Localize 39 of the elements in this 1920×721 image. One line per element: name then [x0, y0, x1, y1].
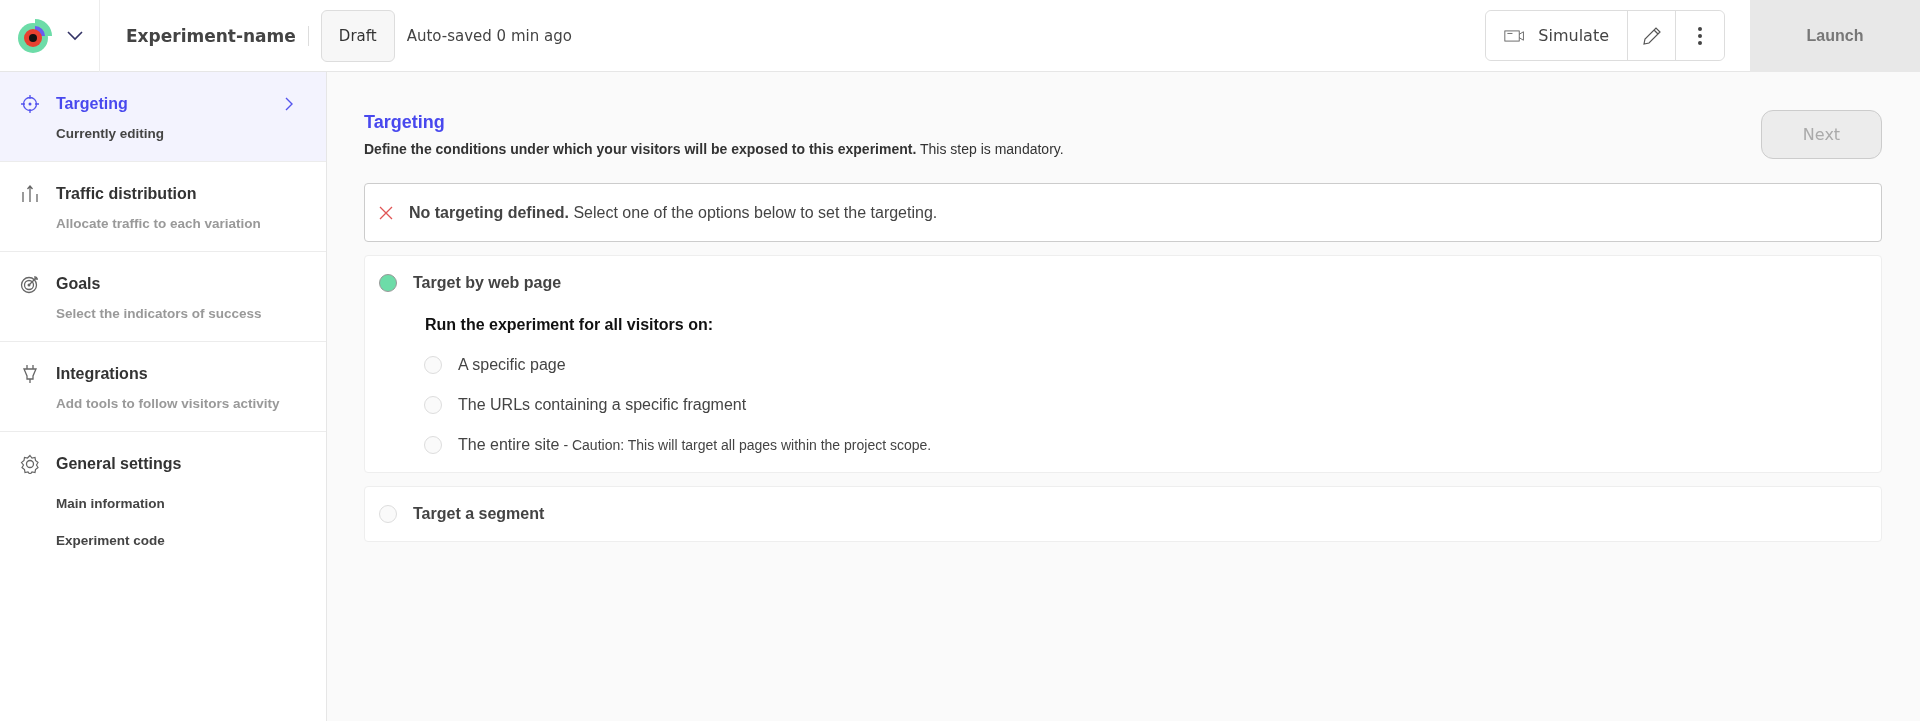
sidebar-item-title: Goals [56, 275, 102, 293]
crosshair-icon [20, 94, 40, 114]
sidebar-sublink[interactable]: Experiment code [56, 533, 284, 548]
experiment-name: Experiment-name [126, 25, 309, 46]
sidebar-item-subtitle: Add tools to follow visitors activity [56, 396, 281, 411]
more-icon [1697, 25, 1703, 46]
chevron-down-icon[interactable] [66, 30, 83, 41]
close-icon [379, 205, 393, 220]
chevron-right-icon [284, 97, 294, 111]
choice-label: A specific page [458, 356, 566, 374]
sidebar-sublink[interactable]: Main information [56, 496, 284, 511]
sidebar-item-title: Integrations [56, 365, 149, 383]
section-description: Define the conditions under which your visitors will be exposed to this experiment. This step is mandatory. [364, 141, 1064, 157]
option-prompt: Run the experiment for all visitors on: [425, 316, 715, 334]
autosave-status: Auto-saved 0 min ago [406, 26, 572, 45]
launch-button[interactable]: Launch [1750, 0, 1920, 72]
sidebar-item-subtitle: Select the indicators of success [56, 306, 263, 321]
target-icon [20, 274, 40, 294]
camera-icon [1504, 28, 1525, 43]
alert-message: No targeting defined. Select one of the options below to set the targeting. [409, 203, 938, 222]
option-label: Target by web page [413, 274, 562, 292]
choice-label: The entire site [458, 436, 560, 454]
sidebar-item-title: General settings [56, 455, 183, 473]
logo-icon [16, 17, 53, 54]
sidebar-item-subtitle: Currently editing [56, 126, 165, 141]
choice-label: The URLs containing a specific fragment [458, 396, 747, 414]
radio-button[interactable] [379, 274, 397, 292]
settings-icon [20, 454, 40, 474]
sidebar-item-subtitle: Allocate traffic to each variation [56, 216, 262, 231]
sidebar-item-title: Targeting [56, 95, 129, 113]
plug-icon [20, 364, 40, 384]
caution-note: - Caution: This will target all pages within the project scope. [563, 437, 932, 453]
arrows-icon [20, 184, 40, 204]
sidebar-item-title: Traffic distribution [56, 185, 198, 203]
section-title: Targeting [364, 112, 446, 133]
option-label: Target a segment [413, 505, 545, 523]
status-button[interactable]: Draft [320, 9, 395, 62]
sidebar-item[interactable]: Targeting Currently editing [0, 72, 326, 162]
simulate-button[interactable]: Simulate [1486, 11, 1628, 60]
